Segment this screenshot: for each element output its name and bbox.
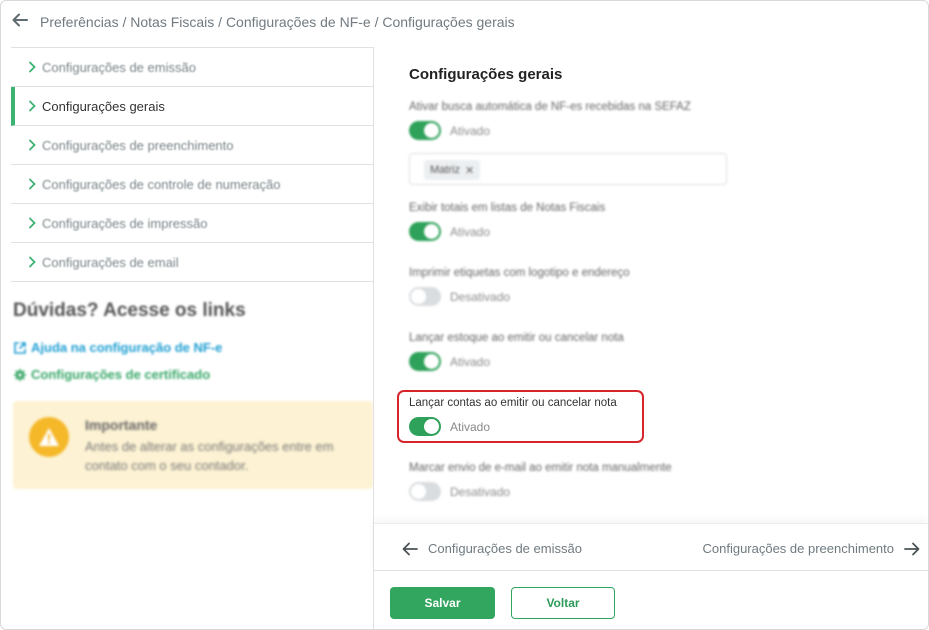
page-title: Configurações gerais <box>409 66 563 83</box>
toggle-state: Ativado <box>450 419 491 434</box>
breadcrumb: Preferências / Notas Fiscais / Configura… <box>40 14 515 30</box>
notice-title: Importante <box>85 417 158 433</box>
arrow-left-icon[interactable] <box>11 11 29 29</box>
save-button[interactable]: Salvar <box>390 587 495 619</box>
sidebar-item-label: Configurações de preenchimento <box>42 137 234 153</box>
setting-label: Imprimir etiquetas com logotipo e endere… <box>409 267 630 279</box>
setting-envio-email: Marcar envio de e-mail ao emitir nota ma… <box>409 462 672 501</box>
chip-label: Matriz <box>430 164 460 176</box>
sidebar-item-label: Configurações de email <box>42 254 179 270</box>
toggle-state: Desativado <box>450 484 511 499</box>
back-button[interactable]: Voltar <box>511 587 615 619</box>
gear-icon <box>14 368 26 381</box>
chevron-right-icon <box>29 61 36 73</box>
help-link-label: Configurações de certificado <box>31 367 211 382</box>
sidebar-item-numeracao[interactable]: Configurações de controle de numeração <box>11 165 373 204</box>
chevron-right-icon <box>29 217 36 229</box>
notice-body: Antes de alterar as configurações entre … <box>85 439 334 473</box>
toggle-switch[interactable] <box>409 352 441 371</box>
next-section-link[interactable]: Configurações de preenchimento <box>702 541 920 556</box>
sidebar-item-label: Configurações de emissão <box>42 59 196 75</box>
section-navigation: Configurações de emissão Configurações d… <box>374 523 928 571</box>
toggle-state: Ativado <box>450 354 491 369</box>
chevron-right-icon <box>29 139 36 151</box>
toggle-state: Ativado <box>450 123 491 138</box>
toggle-switch[interactable] <box>409 482 441 501</box>
chevron-right-icon <box>29 100 36 112</box>
setting-label: Lançar estoque ao emitir ou cancelar not… <box>409 332 624 344</box>
sidebar: Configurações de emissão Configurações g… <box>11 47 373 629</box>
arrow-right-icon <box>904 542 920 555</box>
app-window: Preferências / Notas Fiscais / Configura… <box>0 0 929 630</box>
setting-exibir-totais: Exibir totais em listas de Notas Fiscais… <box>409 202 605 241</box>
chevron-right-icon <box>29 256 36 268</box>
warning-icon <box>29 417 69 457</box>
toggle-state: Desativado <box>450 289 511 304</box>
sidebar-item-label: Configurações de impressão <box>42 215 208 231</box>
sidebar-item-emissao[interactable]: Configurações de emissão <box>11 48 373 87</box>
sidebar-item-label: Configurações de controle de numeração <box>42 176 281 192</box>
sidebar-item-gerais[interactable]: Configurações gerais <box>11 87 373 126</box>
important-notice: Importante Antes de alterar as configura… <box>13 401 373 489</box>
setting-label: Lançar contas ao emitir ou cancelar nota <box>409 397 617 409</box>
arrow-left-icon <box>402 542 418 555</box>
toggle-switch[interactable] <box>409 287 441 306</box>
chevron-right-icon <box>29 178 36 190</box>
setting-lancar-contas: Lançar contas ao emitir ou cancelar nota… <box>409 397 617 436</box>
setting-label: Ativar busca automática de NF-es recebid… <box>409 101 691 113</box>
chip-matriz: Matriz ✕ <box>424 160 481 180</box>
toggle-state: Ativado <box>450 224 491 239</box>
setting-label: Exibir totais em listas de Notas Fiscais <box>409 202 606 214</box>
help-link-nfe[interactable]: Ajuda na configuração de NF-e <box>13 340 222 355</box>
toggle-switch[interactable] <box>409 222 441 241</box>
toggle-switch[interactable] <box>409 121 441 140</box>
external-link-icon <box>14 341 26 354</box>
setting-lancar-estoque: Lançar estoque ao emitir ou cancelar not… <box>409 332 624 371</box>
setting-imprimir-etiquetas: Imprimir etiquetas com logotipo e endere… <box>409 267 630 306</box>
next-section-label: Configurações de preenchimento <box>702 541 894 556</box>
help-title: Dúvidas? Acesse os links <box>13 300 246 321</box>
sidebar-item-impressao[interactable]: Configurações de impressão <box>11 204 373 243</box>
sidebar-item-email[interactable]: Configurações de email <box>11 243 373 282</box>
help-link-label: Ajuda na configuração de NF-e <box>31 340 223 355</box>
branch-select[interactable]: Matriz ✕ <box>409 153 727 185</box>
top-bar: Preferências / Notas Fiscais / Configura… <box>1 1 928 45</box>
prev-section-label: Configurações de emissão <box>428 541 582 556</box>
toggle-switch[interactable] <box>409 417 441 436</box>
close-icon[interactable]: ✕ <box>465 164 474 177</box>
setting-busca-sefaz: Ativar busca automática de NF-es recebid… <box>409 101 691 140</box>
sidebar-item-label: Configurações gerais <box>42 98 165 114</box>
main-panel: Configurações gerais Ativar busca automá… <box>374 47 928 629</box>
sidebar-item-preenchimento[interactable]: Configurações de preenchimento <box>11 126 373 165</box>
help-link-certificado[interactable]: Configurações de certificado <box>13 367 210 382</box>
setting-label: Marcar envio de e-mail ao emitir nota ma… <box>409 462 672 474</box>
prev-section-link[interactable]: Configurações de emissão <box>402 541 582 556</box>
